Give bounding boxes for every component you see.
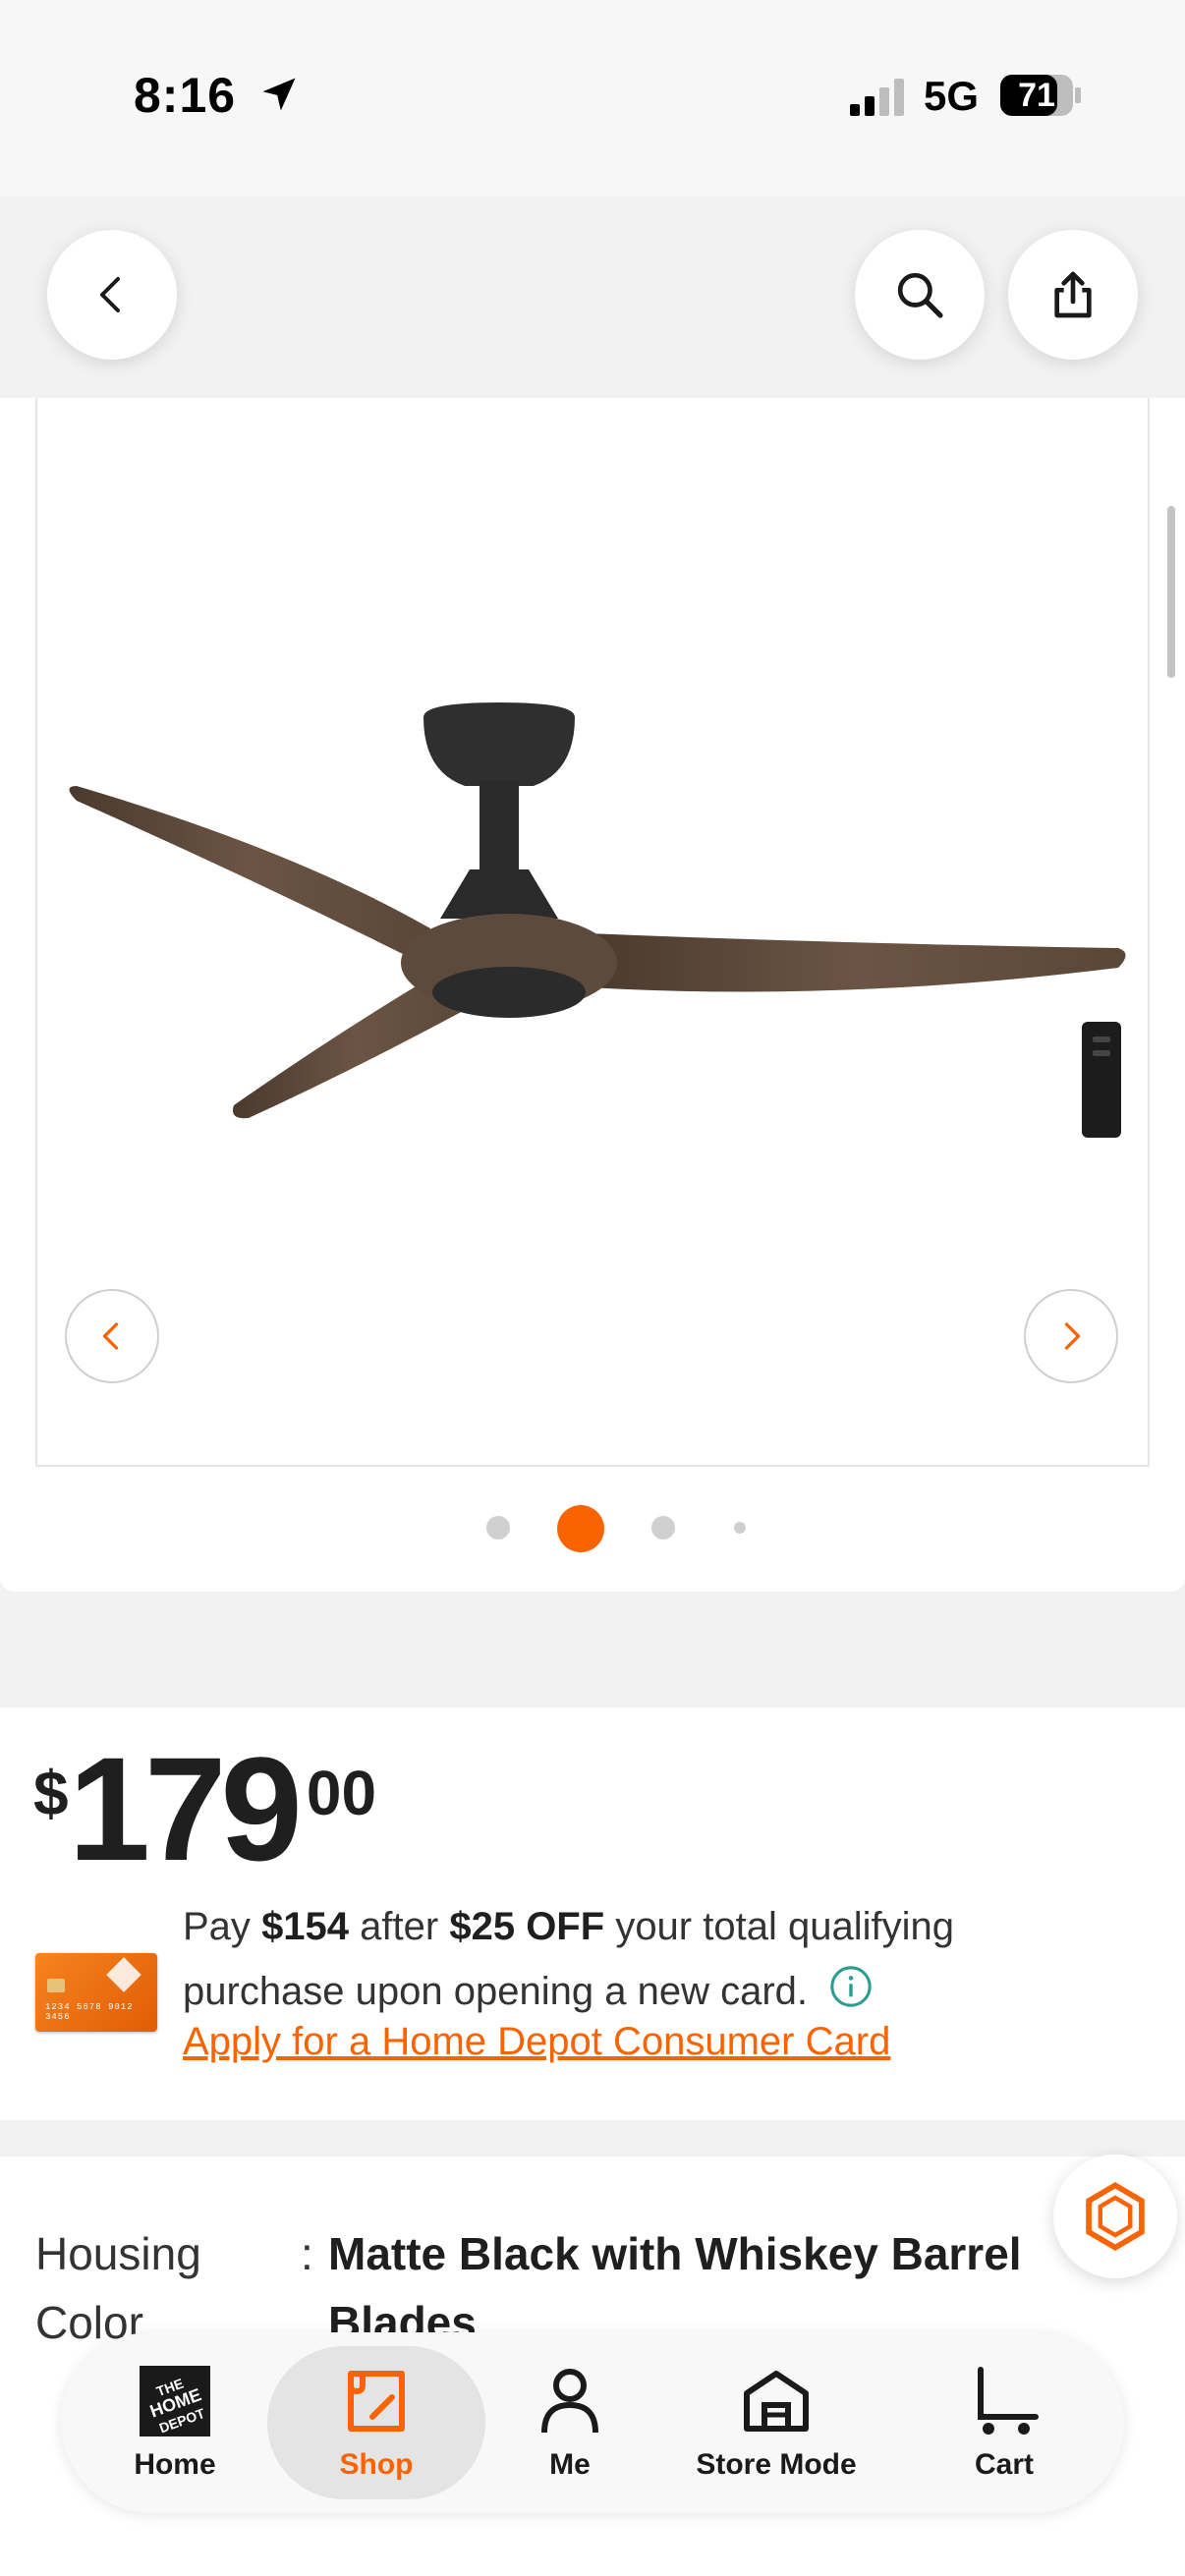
apply-card-link[interactable]: Apply for a Home Depot Consumer Card: [183, 2020, 890, 2064]
share-icon: [1054, 271, 1092, 318]
tab-cart[interactable]: Cart: [945, 2346, 1063, 2499]
price-section: $ 179 00 1234 5678 9012 3456 Pay $154 af…: [0, 1708, 1185, 2120]
product-gallery: [0, 398, 1185, 1592]
promo-discount: $25 OFF: [449, 1905, 605, 1948]
tab-me[interactable]: Me: [521, 2346, 619, 2499]
person-icon: [541, 2369, 598, 2434]
price-dollars: 179: [68, 1726, 303, 1891]
signal-icon: [850, 79, 904, 116]
spec-colon: :: [301, 2228, 313, 2279]
search-button[interactable]: [855, 230, 985, 360]
network-type: 5G: [924, 73, 980, 119]
price-cents: 00: [306, 1758, 377, 1828]
back-button[interactable]: [47, 230, 177, 360]
promo-after: after: [360, 1905, 439, 1948]
share-button[interactable]: [1008, 230, 1138, 360]
assistant-button[interactable]: [1053, 2155, 1177, 2278]
tab-store-mode[interactable]: Store Mode: [678, 2346, 875, 2499]
battery-level: 71: [1018, 77, 1055, 114]
tab-me-label: Me: [549, 2448, 591, 2481]
location-arrow-icon: [262, 78, 296, 111]
store-icon: [744, 2371, 809, 2432]
previous-image-button[interactable]: [65, 1289, 159, 1383]
product-price: $ 179 00: [33, 1727, 376, 1882]
status-time: 8:16: [134, 68, 237, 123]
tab-cart-label: Cart: [974, 2448, 1034, 2481]
carousel-dot[interactable]: [651, 1516, 675, 1540]
tab-store-mode-label: Store Mode: [696, 2448, 857, 2481]
carousel-dot[interactable]: [734, 1522, 746, 1534]
bottom-tab-bar: THE HOME DEPOT Home Shop Me Store Mode C…: [61, 2332, 1124, 2513]
search-icon: [897, 272, 943, 318]
tab-home[interactable]: THE HOME DEPOT Home: [116, 2346, 234, 2499]
carousel-dots: [0, 1503, 1185, 1552]
tab-shop[interactable]: Shop: [267, 2346, 485, 2499]
carousel-dot-active[interactable]: [557, 1505, 604, 1552]
financing-promo: Pay $154 after $25 OFF your total qualif…: [183, 1894, 1097, 2024]
next-image-button[interactable]: [1024, 1289, 1118, 1383]
status-bar: 8:16 5G 71: [0, 0, 1185, 196]
tab-shop-label: Shop: [339, 2448, 414, 2481]
chevron-right-icon: [1064, 1322, 1081, 1350]
promo-pay-prefix: Pay: [183, 1905, 251, 1948]
scrollbar[interactable]: [1167, 506, 1175, 678]
carousel-dot[interactable]: [486, 1516, 510, 1540]
promo-pay-amount: $154: [261, 1905, 350, 1948]
chevron-left-icon: [100, 277, 120, 312]
credit-card-number: 1234 5678 9012 3456: [45, 2002, 134, 2022]
chevron-left-icon: [102, 1322, 119, 1350]
home-depot-logo-icon: THE HOME DEPOT: [140, 2366, 210, 2436]
shop-icon: [348, 2371, 405, 2432]
ceiling-fan-image: [69, 702, 1126, 1138]
credit-card-image: 1234 5678 9012 3456: [35, 1953, 157, 2032]
hexagon-icon: [1086, 2182, 1145, 2251]
info-icon[interactable]: [828, 1964, 874, 2009]
cart-icon: [978, 2367, 1039, 2435]
price-currency: $: [33, 1758, 69, 1828]
product-image-frame[interactable]: [35, 398, 1150, 1467]
tab-home-label: Home: [134, 2448, 216, 2481]
